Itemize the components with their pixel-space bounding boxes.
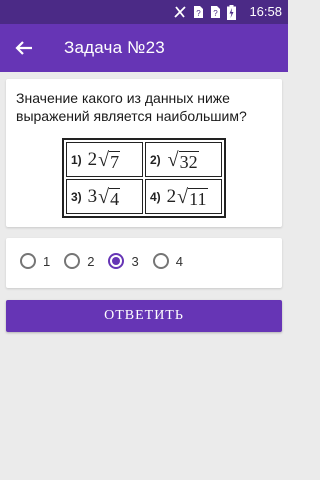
radio-button[interactable]	[152, 253, 169, 269]
option-radicand: 11	[188, 187, 208, 209]
status-icons: ? ?	[173, 4, 236, 20]
option-cell-4: 4) 2 √ 11	[145, 179, 222, 214]
option-number: 1)	[71, 152, 82, 167]
question-card: Значение какого из данных ниже выражений…	[6, 79, 282, 227]
status-time: 16:58	[249, 4, 282, 19]
status-bar: ? ? 16:58	[0, 0, 288, 24]
sqrt-expression: √ 32	[168, 148, 199, 172]
option-number: 4)	[150, 189, 161, 204]
sqrt-icon: √	[177, 185, 189, 208]
sqrt-icon: √	[98, 148, 110, 171]
svg-text:?: ?	[213, 9, 218, 18]
option-radicand: 7	[109, 150, 121, 172]
radio-dot	[112, 257, 121, 265]
option-number: 3)	[71, 189, 82, 204]
radio-option-1[interactable]: 1	[20, 253, 50, 269]
back-button[interactable]	[10, 36, 38, 60]
option-coefficient: 3	[87, 185, 98, 207]
option-coefficient: 2	[87, 148, 98, 170]
question-text: Значение какого из данных ниже выражений…	[16, 90, 247, 124]
submit-answer-button[interactable]: ОТВЕТИТЬ	[6, 300, 282, 332]
answer-radio-group: 1 2 3 4	[6, 238, 282, 288]
radio-option-2[interactable]: 2	[64, 253, 94, 269]
option-cell-1: 1) 2 √ 7	[66, 142, 143, 177]
radio-option-4[interactable]: 4	[152, 253, 183, 269]
svg-text:?: ?	[196, 9, 201, 18]
radio-button-selected[interactable]	[108, 253, 125, 269]
radio-button[interactable]	[20, 253, 36, 269]
radio-label: 4	[175, 253, 183, 269]
option-coefficient: 2	[166, 185, 177, 207]
answers-table: 1) 2 √ 7 2) √ 32 3) 3 √ 4 4) 2 √ 11	[62, 138, 226, 218]
radio-label: 1	[43, 253, 51, 269]
sqrt-expression: √ 11	[177, 185, 208, 209]
no-sim-icon: ?	[194, 6, 203, 18]
option-cell-3: 3) 3 √ 4	[66, 179, 143, 214]
option-cell-2: 2) √ 32	[145, 142, 222, 177]
radio-label: 2	[87, 253, 95, 269]
app-bar: Задача №23	[0, 24, 288, 72]
option-number: 2)	[150, 152, 161, 167]
battery-charging-icon	[227, 4, 236, 20]
sqrt-expression: √ 7	[98, 148, 121, 172]
radio-label: 3	[131, 253, 139, 269]
option-radicand: 32	[178, 150, 199, 172]
mute-icon	[174, 6, 186, 18]
radio-button[interactable]	[64, 253, 81, 269]
sqrt-icon: √	[167, 148, 179, 171]
radio-option-3[interactable]: 3	[108, 253, 139, 269]
radio-row: 1 2 3 4	[20, 253, 183, 269]
sqrt-expression: √ 4	[98, 185, 121, 209]
option-radicand: 4	[109, 187, 121, 209]
sqrt-icon: √	[98, 185, 110, 208]
no-sim-icon-2: ?	[211, 6, 220, 18]
page-title: Задача №23	[64, 38, 165, 57]
arrow-back-icon	[15, 41, 32, 55]
